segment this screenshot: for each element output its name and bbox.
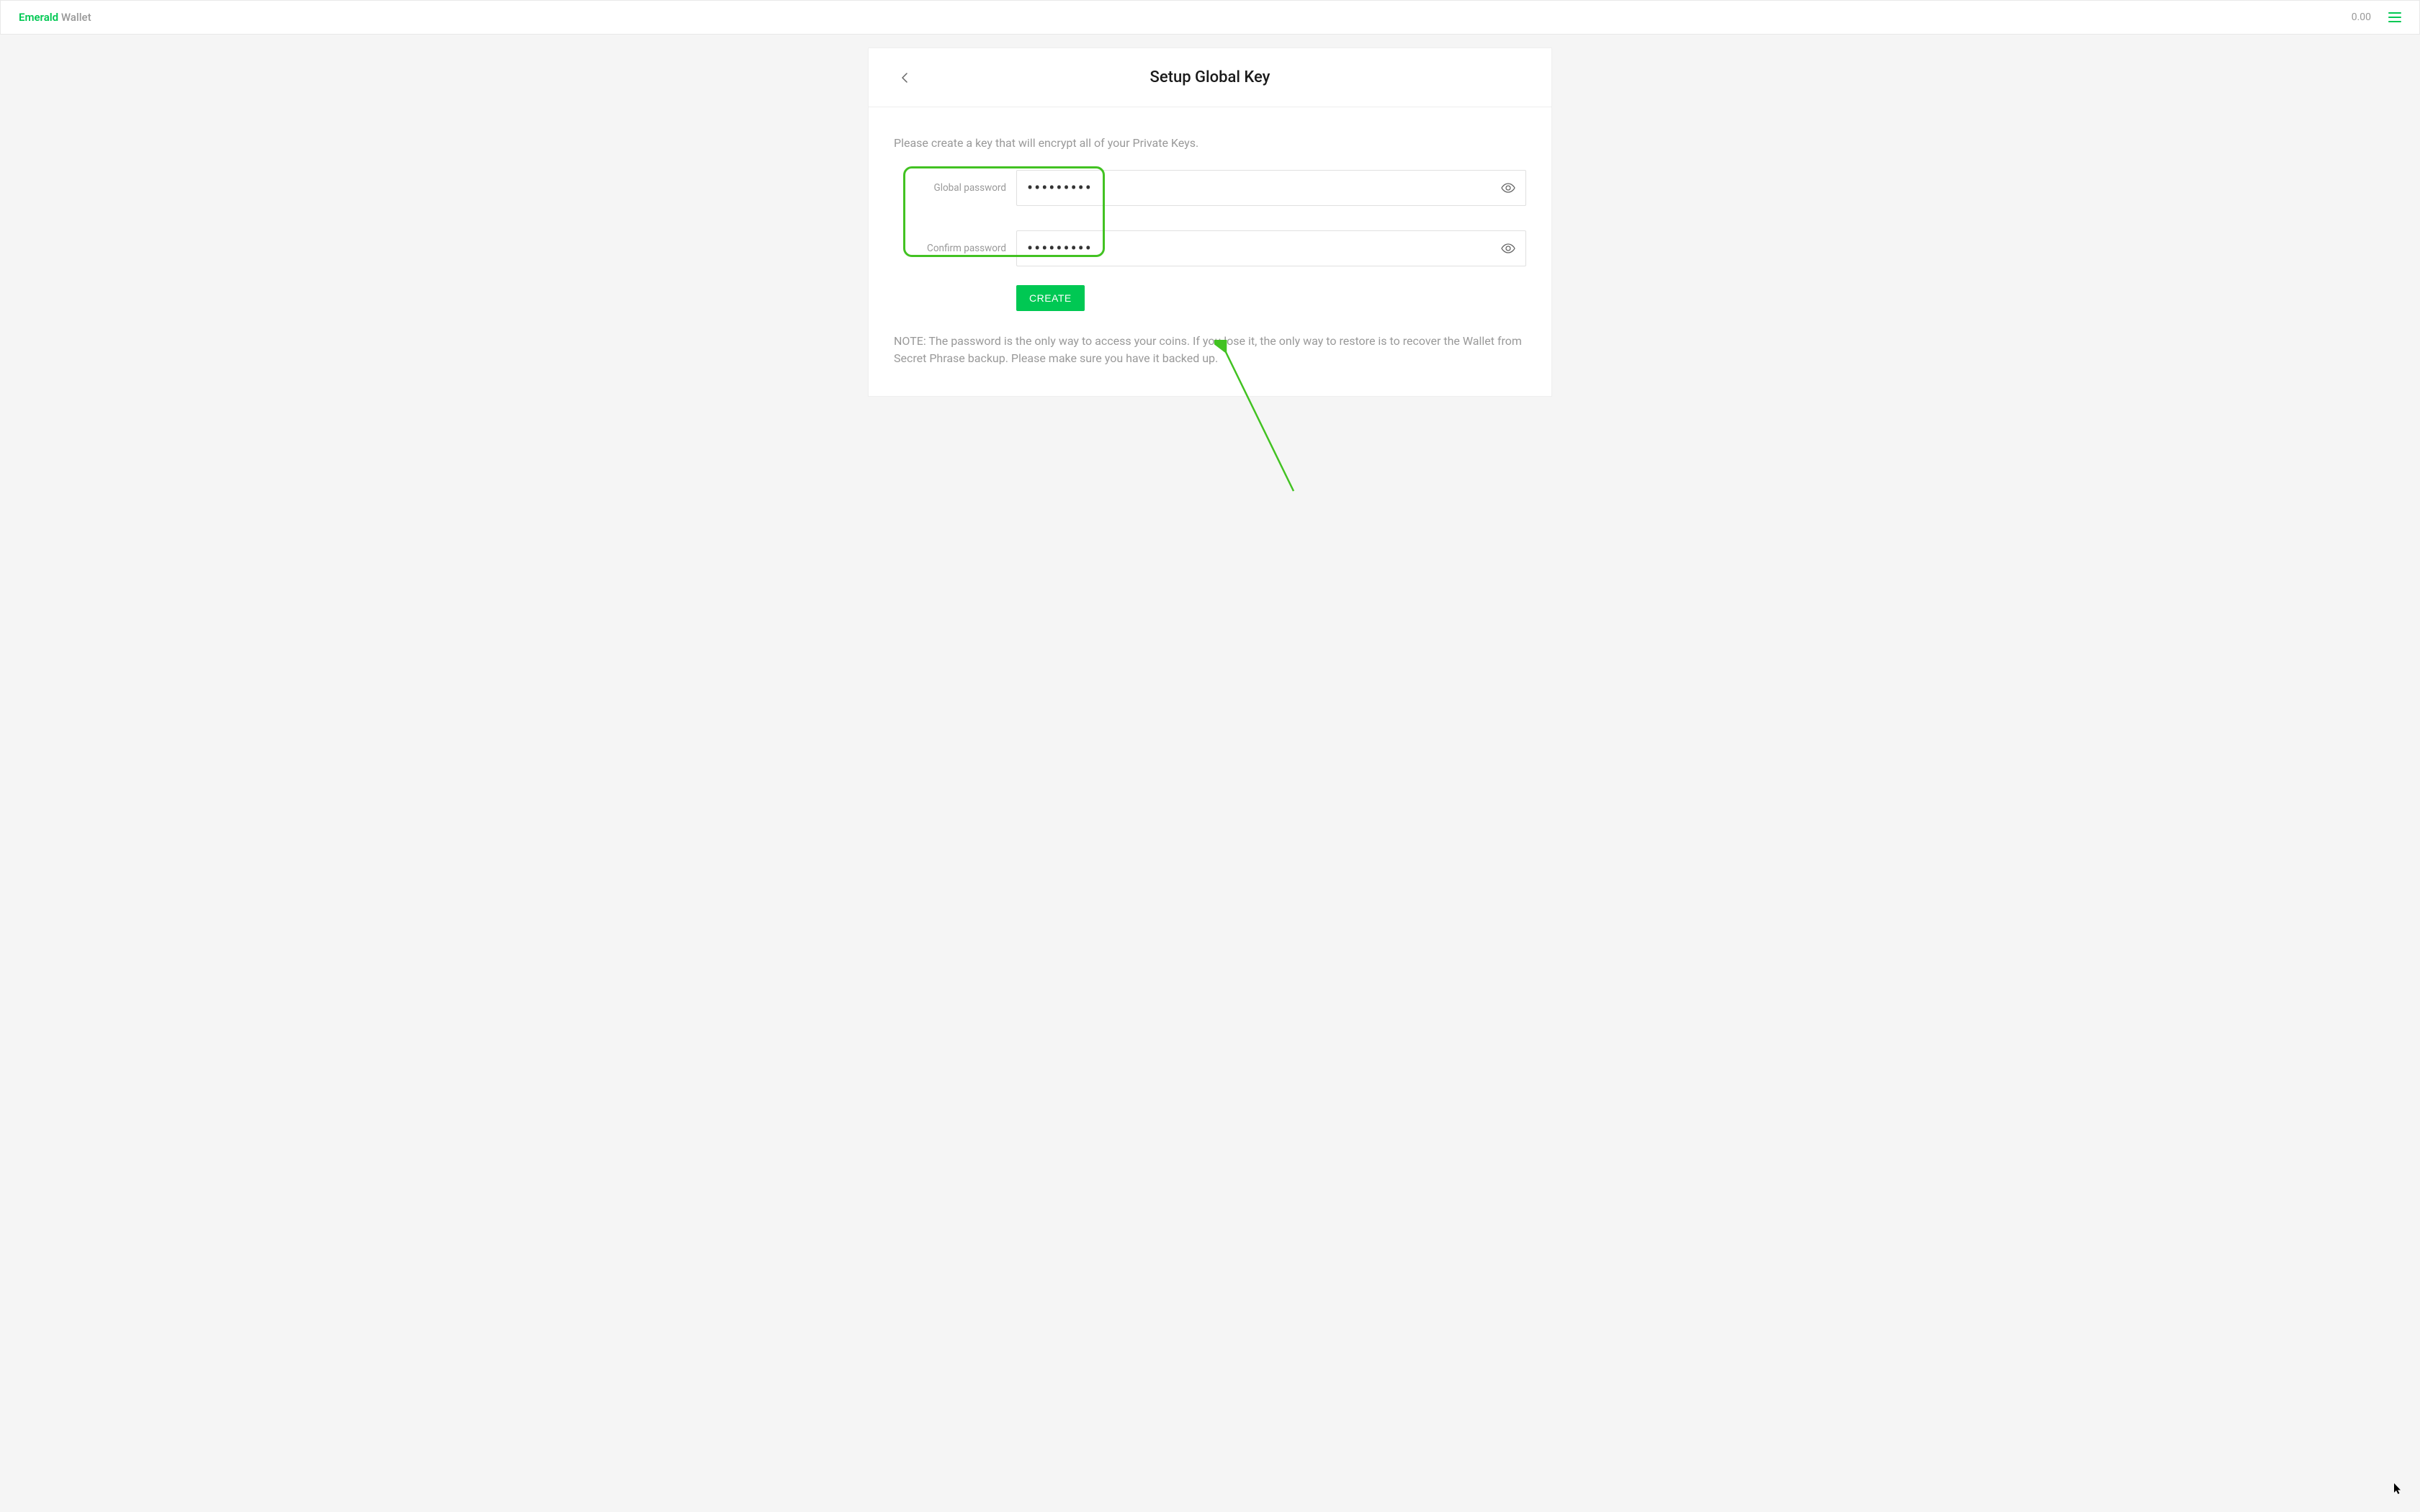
hamburger-menu-icon[interactable]: [2388, 12, 2401, 22]
back-button[interactable]: [897, 71, 912, 85]
eye-icon: [1501, 183, 1515, 193]
confirm-password-label: Confirm password: [894, 243, 1016, 254]
brand-secondary-text: Wallet: [58, 11, 91, 24]
create-button[interactable]: CREATE: [1016, 285, 1085, 311]
toggle-confirm-visibility-icon[interactable]: [1501, 241, 1515, 256]
confirm-password-input[interactable]: [1027, 238, 1501, 258]
balance-display: 0.00: [2352, 12, 2371, 23]
chevron-left-icon: [901, 72, 908, 84]
toggle-password-visibility-icon[interactable]: [1501, 181, 1515, 195]
instruction-text: Please create a key that will encrypt al…: [894, 136, 1526, 150]
password-input-wrapper: [1016, 170, 1526, 206]
password-label: Global password: [894, 182, 1016, 194]
app-header: Emerald Wallet 0.00: [0, 0, 2420, 35]
form-group: Global password Confirm password: [894, 170, 1526, 311]
confirm-password-input-wrapper: [1016, 230, 1526, 266]
main-card: Setup Global Key Please create a key tha…: [868, 48, 1552, 397]
app-brand: Emerald Wallet: [19, 11, 91, 24]
page-title: Setup Global Key: [897, 68, 1523, 86]
password-row: Global password: [894, 170, 1526, 206]
cursor-icon: [2394, 1483, 2403, 1495]
card-body: Please create a key that will encrypt al…: [869, 107, 1551, 396]
global-password-input[interactable]: [1027, 178, 1501, 198]
button-row: CREATE: [894, 285, 1526, 311]
brand-primary-text: Emerald: [19, 11, 58, 24]
card-header: Setup Global Key: [869, 48, 1551, 107]
header-right: 0.00: [2352, 12, 2401, 23]
confirm-password-row: Confirm password: [894, 230, 1526, 266]
eye-icon: [1501, 243, 1515, 253]
note-text: NOTE: The password is the only way to ac…: [894, 333, 1526, 367]
